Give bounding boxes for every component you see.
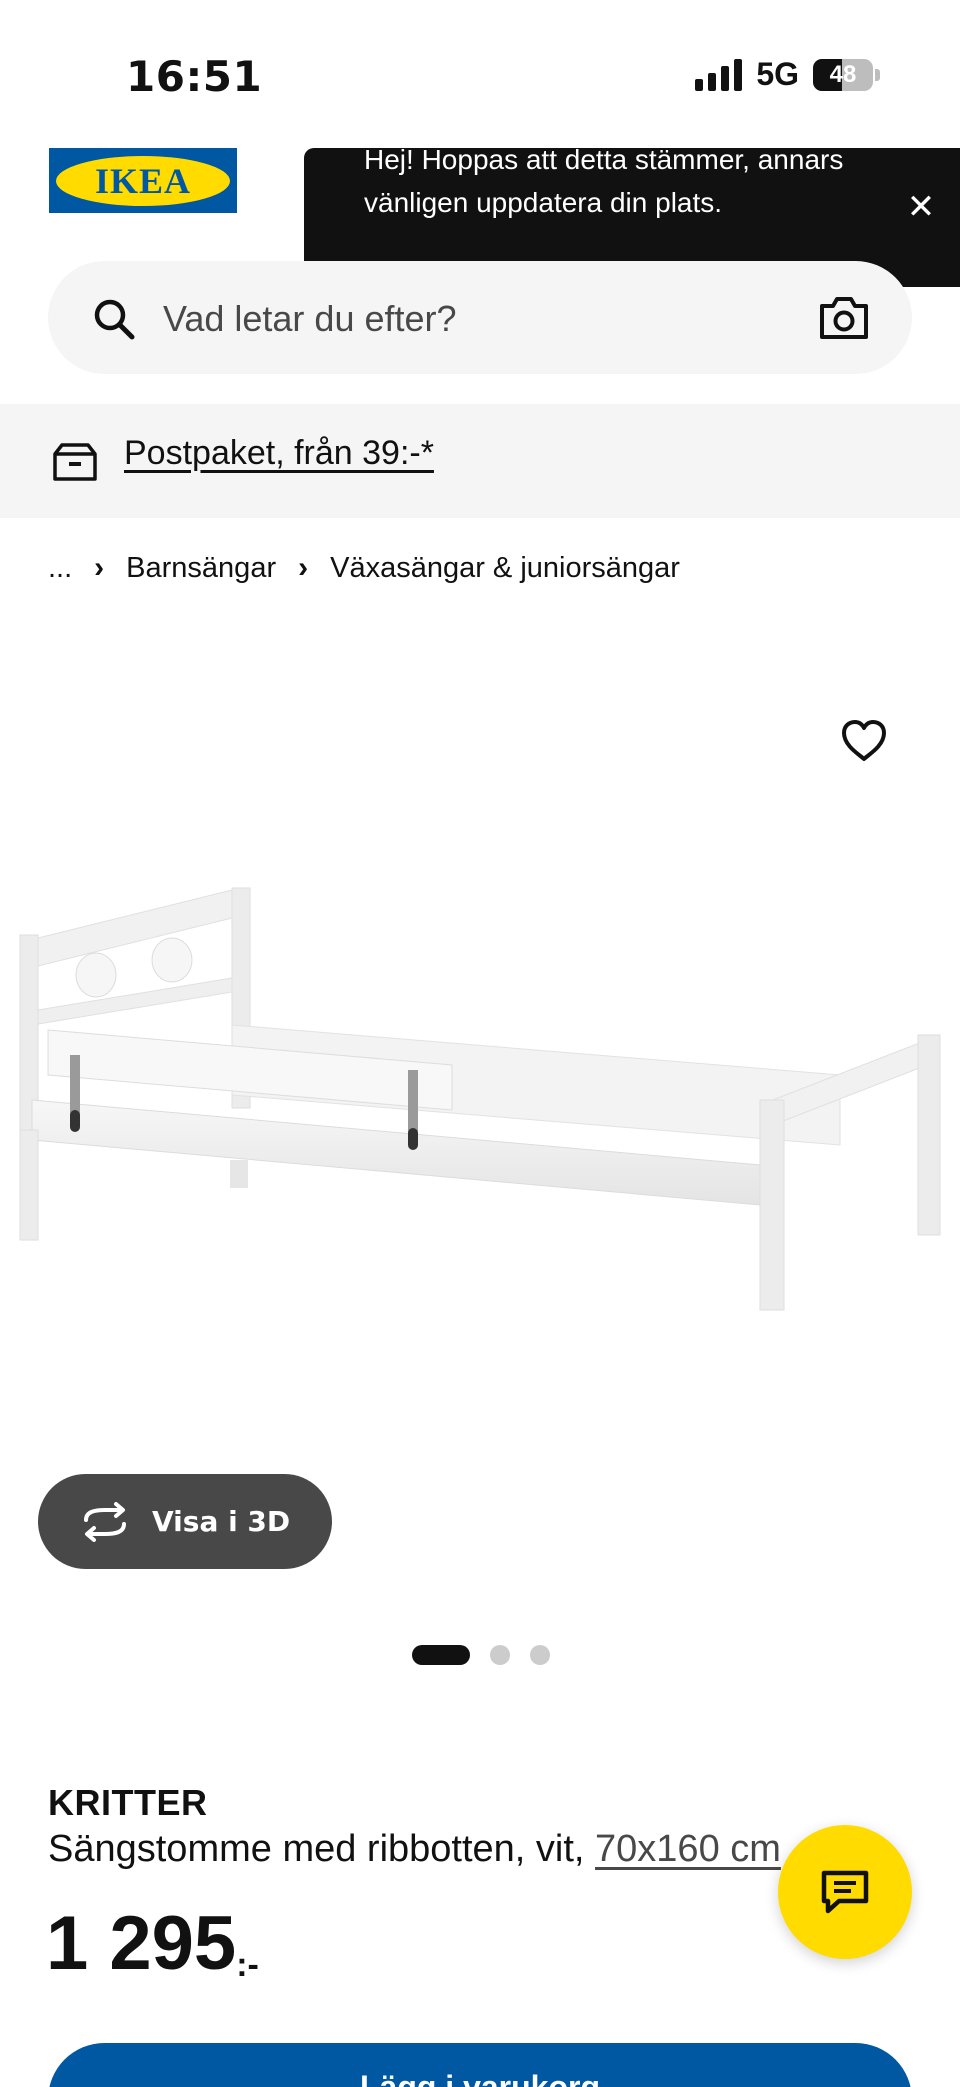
cellular-signal-icon <box>695 58 743 91</box>
status-indicators: 5G 48 <box>695 56 880 93</box>
status-time: 16:51 <box>126 52 263 101</box>
search-input[interactable] <box>163 293 763 345</box>
battery-percent: 48 <box>829 60 857 88</box>
toast-message: Hej! Hoppas att detta stämmer, annars vä… <box>364 144 844 218</box>
carousel-dot[interactable] <box>530 1645 550 1665</box>
product-name: KRITTER <box>48 1782 208 1823</box>
breadcrumb: ... › Barnsängar › Växasängar & juniorsä… <box>48 548 680 588</box>
chat-button[interactable] <box>778 1825 912 1959</box>
carousel-dot[interactable] <box>490 1645 510 1665</box>
package-icon <box>53 443 97 481</box>
close-icon: ✕ <box>906 187 936 227</box>
product-description-text: Sängstomme med ribbotten, vit, <box>48 1828 596 1870</box>
heart-icon[interactable] <box>840 718 888 764</box>
product-image[interactable] <box>0 860 960 1380</box>
ikea-logo[interactable]: IKEA <box>49 148 237 213</box>
breadcrumb-item-vaxasangar[interactable]: Växasängar & juniorsängar <box>330 552 680 585</box>
breadcrumb-item-barnsangar[interactable]: Barnsängar <box>126 552 276 585</box>
rotate-icon <box>84 1501 126 1542</box>
logo-text: IKEA <box>94 160 192 201</box>
price-suffix: :- <box>236 1946 259 1984</box>
breadcrumb-separator: › <box>298 551 309 584</box>
add-to-cart-button[interactable]: Lägg i varukorg <box>48 2043 912 2087</box>
price-integer: 1 295 <box>46 1901 237 1986</box>
toast-close-button[interactable]: ✕ <box>896 182 946 232</box>
search-icon <box>94 299 135 340</box>
battery-icon: 48 <box>813 58 873 91</box>
breadcrumb-ellipsis[interactable]: ... <box>48 552 72 585</box>
status-bar: 16:51 5G 48 <box>0 0 960 150</box>
chat-icon <box>821 1870 869 1914</box>
shipping-link[interactable]: Postpaket, från 39:-* <box>124 434 434 473</box>
view-3d-button[interactable]: Visa i 3D <box>38 1474 332 1569</box>
product-size-link[interactable]: 70x160 cm <box>595 1828 781 1870</box>
view-3d-label: Visa i 3D <box>152 1505 291 1538</box>
network-type: 5G <box>756 56 799 92</box>
product-price: 1 295 :- <box>46 1906 259 1985</box>
breadcrumb-separator: › <box>94 551 105 584</box>
battery-tip <box>875 68 880 81</box>
camera-icon[interactable] <box>818 294 870 342</box>
logo-oval: IKEA <box>56 155 230 206</box>
carousel-indicator <box>412 1645 550 1665</box>
carousel-dot[interactable] <box>412 1645 470 1665</box>
